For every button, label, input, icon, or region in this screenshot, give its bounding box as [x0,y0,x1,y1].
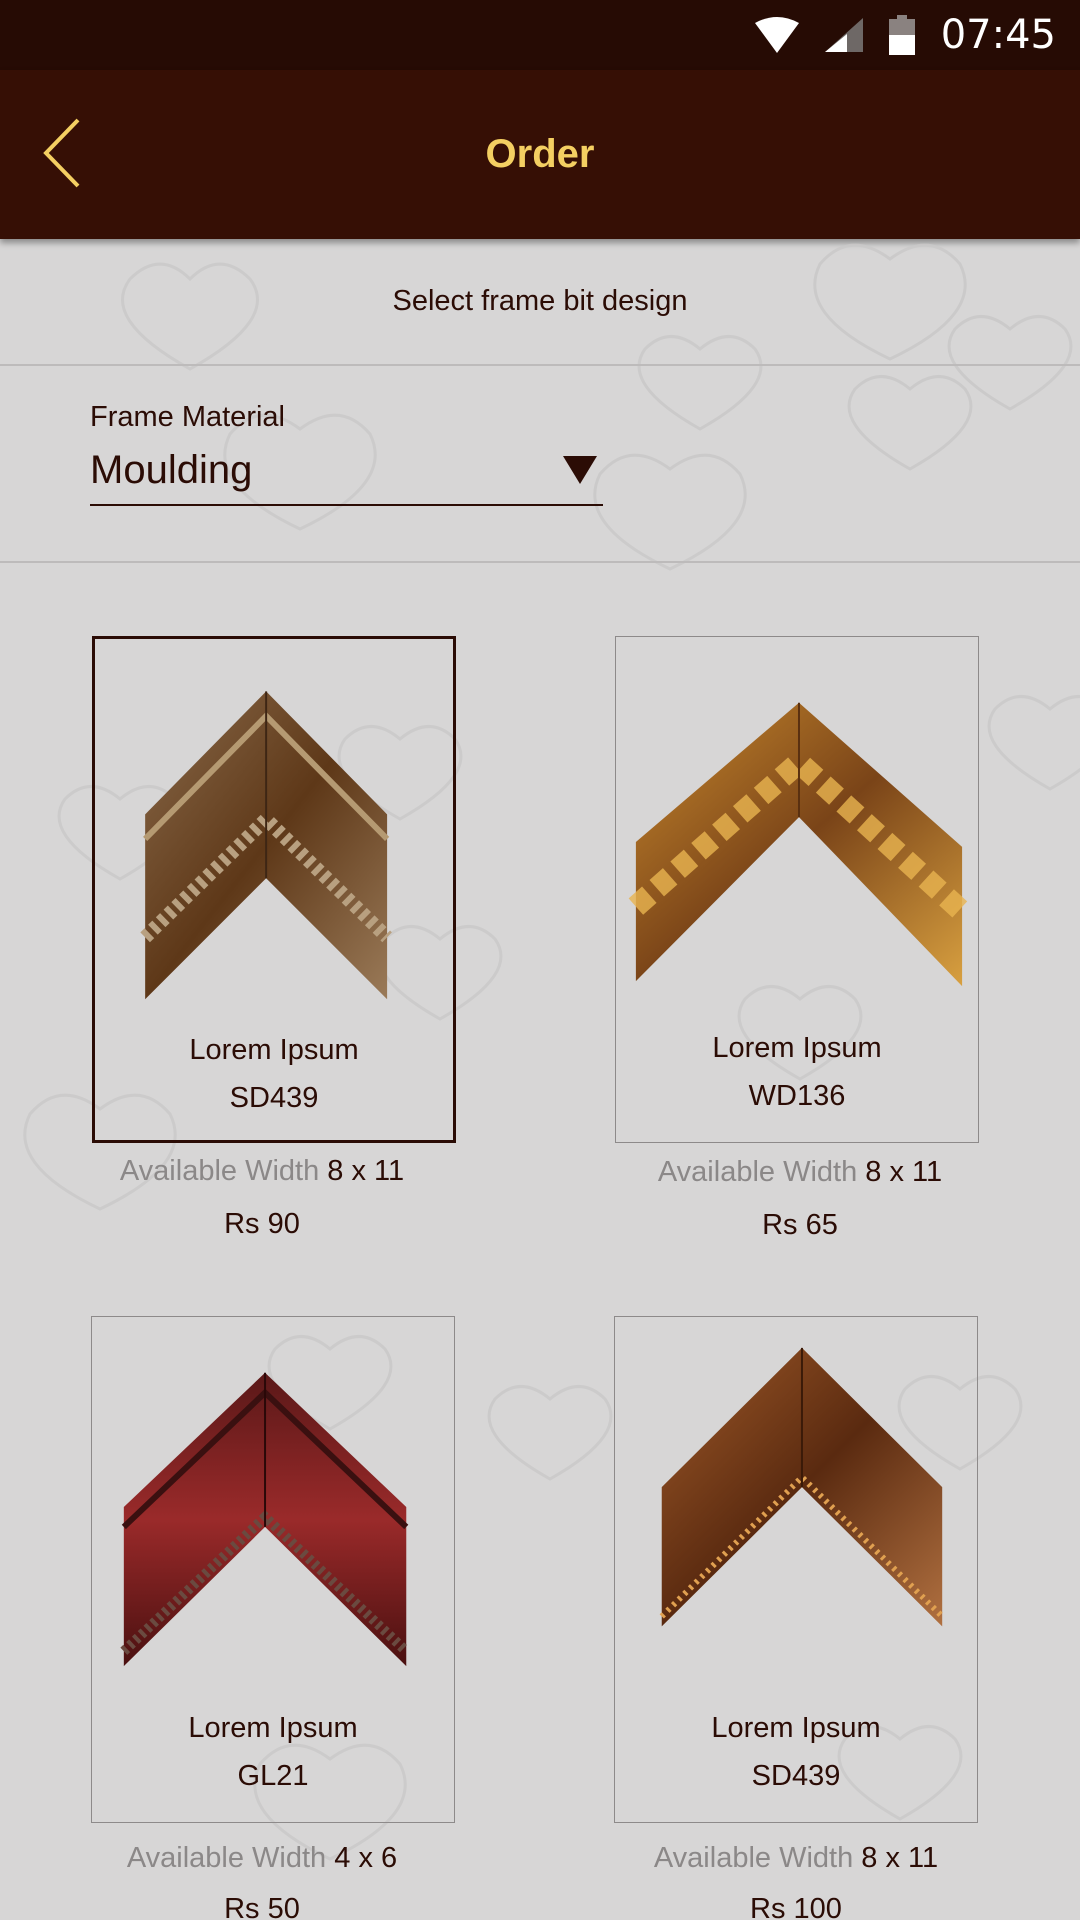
frame-code: SD439 [751,1760,841,1792]
frame-card[interactable]: Lorem Ipsum SD439 [614,1316,978,1823]
available-width-value: 8 x 11 [861,1842,939,1874]
frame-name: Lorem Ipsum [188,1712,358,1744]
frame-corner-image [628,702,970,987]
frame-code: WD136 [748,1080,846,1112]
frame-corner-image [140,691,392,1000]
section-heading: Select frame bit design [0,239,1080,366]
frame-material-section: Frame Material Moulding [0,366,1080,563]
frame-card[interactable]: Lorem Ipsum SD439 [92,636,456,1143]
frame-name: Lorem Ipsum [712,1032,882,1064]
frame-price: Rs 100 [750,1893,842,1920]
frame-price: Rs 50 [224,1893,300,1920]
available-width-value: 8 x 11 [865,1156,943,1188]
available-width: Available Width 8 x 11 [586,1842,1006,1875]
available-width-label: Available Width [119,1155,320,1187]
page-title: Order [485,132,595,176]
available-width: Available Width 8 x 11 [52,1155,472,1188]
signal-icon [824,18,863,52]
frame-name: Lorem Ipsum [711,1712,881,1744]
available-width-label: Available Width [126,1842,327,1874]
status-bar: 07:45 [0,0,1080,70]
frame-name: Lorem Ipsum [189,1034,359,1066]
triangle-down-icon [563,456,597,489]
frame-card[interactable]: Lorem Ipsum GL21 [91,1316,455,1823]
frame-material-dropdown[interactable]: Moulding [90,442,603,506]
clock: 07:45 [940,12,1056,58]
available-width-label: Available Width [653,1842,854,1874]
frame-corner-image [120,1372,410,1667]
frame-corner-image [659,1347,945,1627]
frame-material-value: Moulding [90,448,253,492]
frame-price: Rs 90 [224,1208,300,1240]
frame-material-label: Frame Material [90,401,285,433]
app-bar: Order [0,70,1080,239]
available-width-label: Available Width [657,1156,858,1188]
frame-code: GL21 [237,1760,309,1792]
available-width: Available Width 8 x 11 [590,1156,1010,1189]
wifi-icon [754,17,799,53]
available-width-value: 8 x 11 [327,1155,405,1187]
available-width: Available Width 4 x 6 [52,1842,472,1875]
frame-price: Rs 65 [762,1209,838,1241]
frame-code: SD439 [229,1082,319,1114]
battery-icon [888,15,915,55]
frame-card[interactable]: Lorem Ipsum WD136 [615,636,979,1143]
available-width-value: 4 x 6 [334,1842,398,1874]
